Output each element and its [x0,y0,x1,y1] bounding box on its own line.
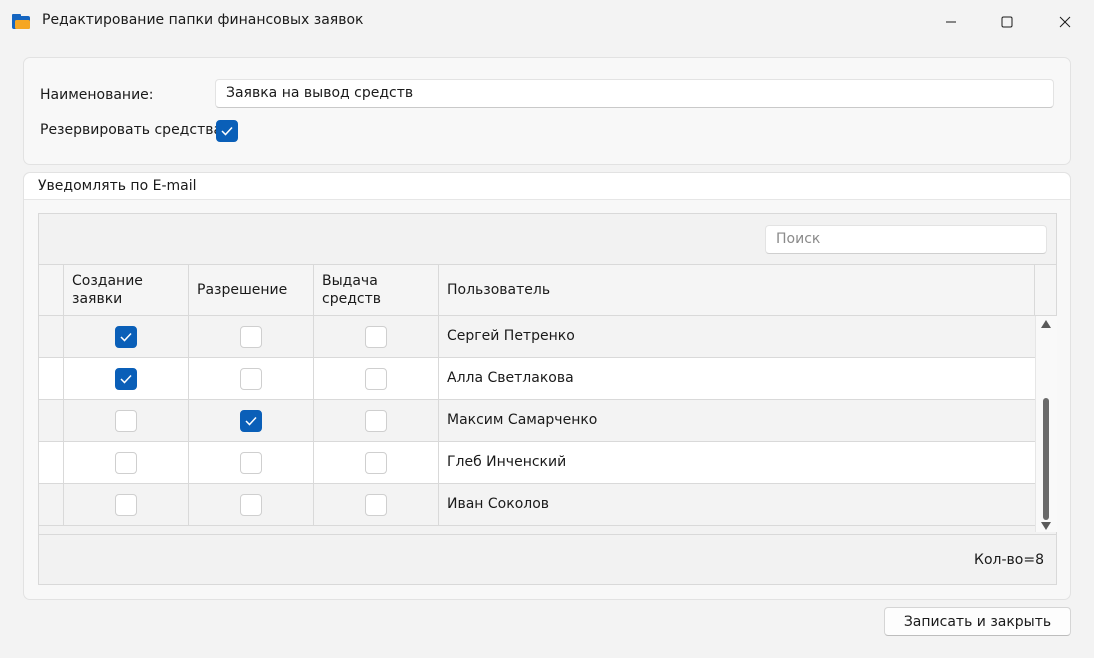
search-input[interactable]: Поиск [765,225,1047,254]
save-and-close-button[interactable]: Записать и закрыть [884,607,1071,636]
vertical-scrollbar[interactable] [1035,316,1057,532]
table-row[interactable]: Максим Самарченко [39,400,1035,442]
email-group: Уведомлять по E-mail Поиск Создание заяв… [23,172,1071,600]
column-header-create[interactable]: Создание заявки [64,265,189,315]
close-button[interactable] [1036,0,1094,44]
issue-checkbox[interactable] [365,410,387,432]
column-header-approve[interactable]: Разрешение [189,265,314,315]
scroll-thumb[interactable] [1043,398,1049,520]
scroll-down-icon[interactable] [1041,522,1051,530]
window-title: Редактирование папки финансовых заявок [42,12,364,28]
users-grid: Поиск Создание заявки Разрешение Выдача … [38,213,1057,585]
check-icon [221,126,233,136]
table-row[interactable]: Алла Светлакова [39,358,1035,400]
row-count: Кол-во=8 [974,552,1044,568]
close-icon [1059,16,1071,28]
check-icon [245,416,257,426]
row-indicator-header [39,265,64,315]
approve-checkbox[interactable] [240,368,262,390]
table-row[interactable]: Сергей Петренко [39,316,1035,358]
maximize-button[interactable] [978,0,1036,44]
column-header-user[interactable]: Пользователь [439,265,1035,315]
group-header: Уведомлять по E-mail [24,173,1070,200]
reserve-checkbox[interactable] [216,120,238,142]
create-checkbox[interactable] [115,410,137,432]
user-name: Максим Самарченко [447,412,598,428]
user-name: Глеб Инченский [447,454,567,470]
name-label: Наименование: [40,87,154,103]
table-row[interactable]: Иван Соколов [39,484,1035,526]
approve-checkbox[interactable] [240,410,262,432]
minimize-icon [946,21,956,23]
user-name: Сергей Петренко [447,328,575,344]
table-row[interactable]: Глеб Инченский [39,442,1035,484]
scroll-up-icon[interactable] [1041,320,1051,328]
user-name: Алла Светлакова [447,370,574,386]
column-header-issue[interactable]: Выдача средств [314,265,439,315]
issue-checkbox[interactable] [365,452,387,474]
name-input[interactable]: Заявка на вывод средств [215,79,1054,108]
create-checkbox[interactable] [115,452,137,474]
create-checkbox[interactable] [115,326,137,348]
create-checkbox[interactable] [115,494,137,516]
reserve-label: Резервировать средства: [40,122,227,138]
approve-checkbox[interactable] [240,494,262,516]
title-bar: Редактирование папки финансовых заявок [0,0,1094,44]
grid-rows: Сергей Петренко Алла Светлакова Максим С… [39,316,1035,532]
minimize-button[interactable] [922,0,980,44]
issue-checkbox[interactable] [365,494,387,516]
check-icon [120,332,132,342]
general-panel [23,57,1071,165]
grid-header: Создание заявки Разрешение Выдача средст… [39,264,1056,316]
issue-checkbox[interactable] [365,326,387,348]
group-title: Уведомлять по E-mail [38,178,197,194]
grid-footer: Кол-во=8 [39,534,1056,584]
check-icon [120,374,132,384]
approve-checkbox[interactable] [240,452,262,474]
create-checkbox[interactable] [115,368,137,390]
folder-icon [12,14,30,29]
approve-checkbox[interactable] [240,326,262,348]
maximize-icon [1001,16,1013,28]
issue-checkbox[interactable] [365,368,387,390]
user-name: Иван Соколов [447,496,550,512]
